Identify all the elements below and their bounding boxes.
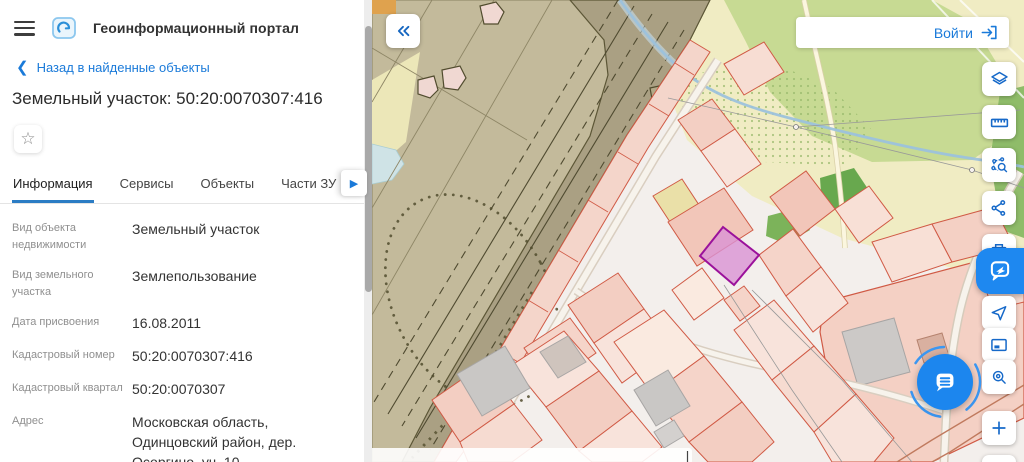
field-value: 50:20:0070307 [132, 380, 352, 400]
field-label: Дата присвоения [12, 314, 124, 334]
attributes-list: Вид объекта недвижимости Земельный участ… [0, 204, 372, 462]
ruler-icon [989, 112, 1010, 133]
zoom-in-button[interactable] [982, 411, 1016, 445]
field-label: Кадастровый номер [12, 347, 124, 367]
object-panel: Геоинформационный портал ❮ Назад в найде… [0, 0, 372, 462]
page-title: Земельный участок: 50:20:0070307:416 [0, 77, 372, 109]
field-value: Земельный участок [132, 220, 352, 254]
tab-bar: Информация Сервисы Объекты Части ЗУ Сост… [0, 166, 372, 204]
tab-services[interactable]: Сервисы [119, 166, 175, 203]
zoom-to-feature-button[interactable] [982, 360, 1016, 394]
report-object-icon [987, 258, 1013, 284]
tab-parcel-parts[interactable]: Части ЗУ [280, 166, 337, 203]
field-value: Московская область, Одинцовский район, д… [132, 413, 352, 462]
report-object-button[interactable] [976, 248, 1024, 294]
chat-button[interactable] [917, 354, 973, 410]
layers-icon [989, 69, 1010, 90]
tabs-scroll-right-icon[interactable]: ▶ [341, 170, 367, 196]
locate-button[interactable] [982, 296, 1016, 330]
field-label: Вид земельного участка [12, 267, 124, 301]
minimap-button[interactable] [982, 328, 1016, 362]
field-value: 16.08.2011 [132, 314, 352, 334]
favorite-star-icon[interactable]: ☆ [14, 125, 42, 153]
login-label: Войти [934, 25, 973, 41]
chat-icon [930, 367, 960, 397]
field-label: Вид объекта недвижимости [12, 220, 124, 254]
share-button[interactable] [982, 191, 1016, 225]
field-label: Адрес [12, 413, 124, 462]
field-value: Землепользование [132, 267, 352, 301]
back-link-label: Назад в найденные объекты [37, 60, 210, 75]
locate-icon [989, 303, 1009, 323]
zoom-in-icon [989, 418, 1009, 438]
brand-title: Геоинформационный портал [93, 20, 299, 36]
geoportal-app: Геоинформационный портал ❮ Назад в найде… [0, 0, 1024, 462]
map-container: Войти [372, 0, 1024, 462]
login-icon [980, 23, 999, 42]
ruler-button[interactable] [982, 105, 1016, 139]
back-link[interactable]: ❮ Назад в найденные объекты [0, 47, 372, 77]
panel-header: Геоинформационный портал [0, 0, 372, 47]
minimap-icon [989, 335, 1009, 355]
collapse-panel-button[interactable] [386, 14, 420, 48]
login-button[interactable]: Войти [796, 17, 1009, 48]
tab-objects[interactable]: Объекты [199, 166, 255, 203]
zoom-to-feature-icon [989, 367, 1009, 387]
portal-logo-icon [51, 15, 77, 41]
scrollbar-thumb[interactable] [365, 26, 372, 292]
chevron-left-icon: ❮ [16, 60, 29, 75]
zoom-out-button[interactable] [982, 455, 1016, 462]
layers-button[interactable] [982, 62, 1016, 96]
field-label: Кадастровый квартал [12, 380, 124, 400]
collapse-panel-icon [393, 21, 413, 41]
menu-icon[interactable] [14, 21, 35, 36]
panel-scrollbar[interactable] [364, 0, 372, 462]
tab-information[interactable]: Информация [12, 166, 94, 203]
area-search-icon [989, 155, 1010, 176]
scale-strip [372, 448, 692, 462]
share-icon [989, 198, 1009, 218]
field-value: 50:20:0070307:416 [132, 347, 352, 367]
area-search-button[interactable] [982, 148, 1016, 182]
